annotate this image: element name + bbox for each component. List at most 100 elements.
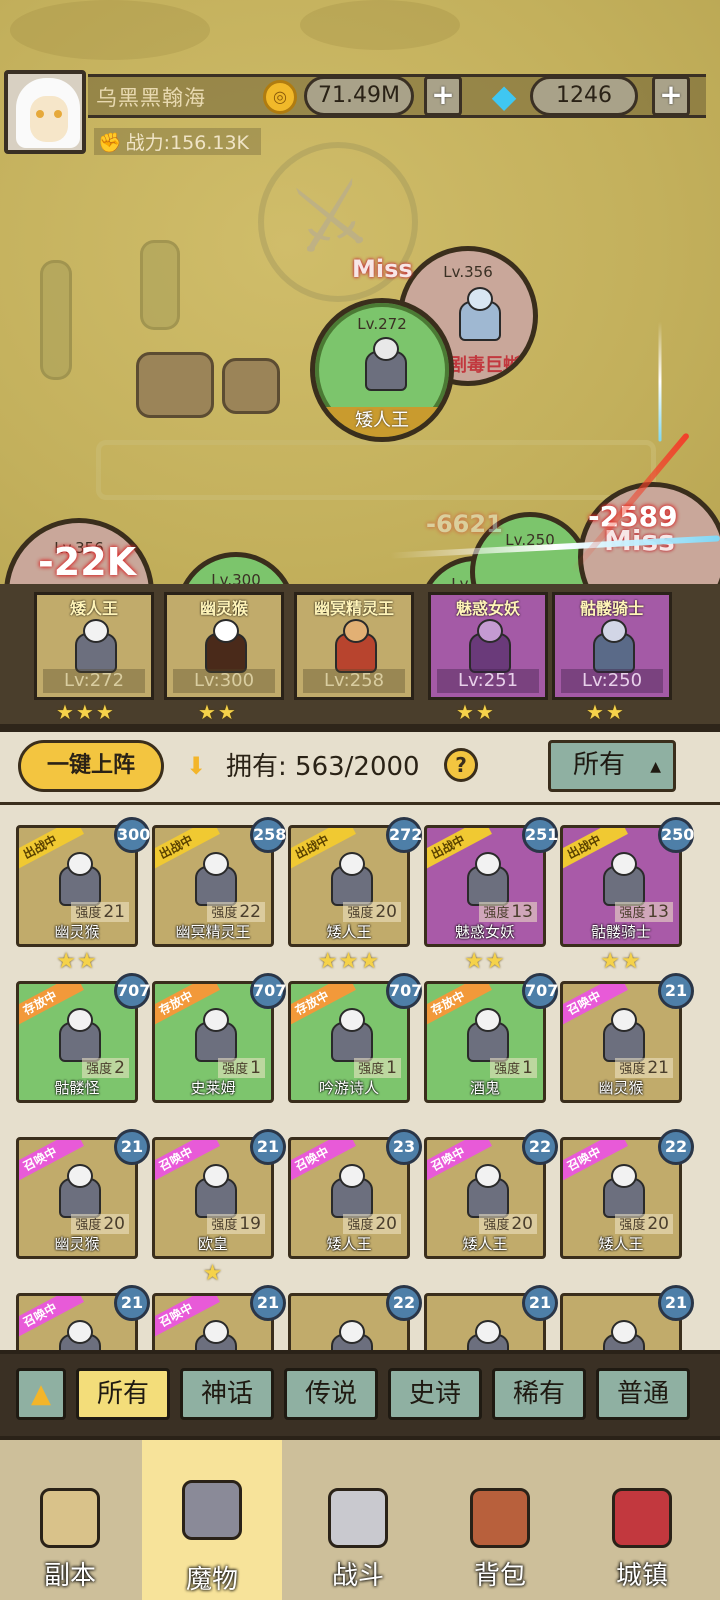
monster-name: 矮人王 xyxy=(326,923,372,941)
rarity-tab-epic[interactable]: 史诗 xyxy=(388,1368,482,1420)
filter-dropdown[interactable]: 所有 ▲ xyxy=(548,740,676,792)
squad-card[interactable]: 魅惑女妖 Lv:251 xyxy=(428,592,548,700)
strength-value: 20 xyxy=(375,1214,397,1234)
monster-sprite-icon xyxy=(49,1318,111,1350)
star-rating: ★★★ xyxy=(317,949,381,974)
lizard-sprite-icon xyxy=(449,285,511,345)
gem-amount: 1246 xyxy=(530,76,638,116)
monster-sprite-icon xyxy=(593,1006,655,1066)
collection-controls: 一键上阵 ⬇ 拥有: 563/2000 ? 所有 ▲ xyxy=(0,732,720,802)
monster-name: 骷髅骑士 xyxy=(590,923,651,941)
squad-card[interactable]: 骷髅骑士 Lv:250 xyxy=(552,592,672,700)
nav-dungeon[interactable]: 副本 xyxy=(0,1456,140,1600)
squad-card-level: Lv:300 xyxy=(173,669,275,693)
monster-sprite-icon xyxy=(321,850,383,910)
strength-value: 1 xyxy=(522,1058,533,1078)
player-avatar[interactable] xyxy=(4,70,86,154)
combat-power: ✊ 战力:156.13K xyxy=(94,128,262,155)
nav-label: 城镇 xyxy=(615,1561,668,1591)
gold-coin-icon: ◎ xyxy=(263,80,297,114)
nav-battle[interactable]: 战斗 xyxy=(288,1456,428,1600)
gold-amount: 71.49M xyxy=(304,76,414,116)
level-badge: 250 xyxy=(658,817,694,853)
backpack-icon xyxy=(470,1488,530,1548)
squad-card-name: 魅惑女妖 xyxy=(455,599,520,618)
monster-name: 欧皇 xyxy=(197,1235,228,1253)
ghost-monkey-sprite-icon xyxy=(195,617,257,677)
nav-town[interactable]: 城镇 xyxy=(572,1456,712,1600)
strength-badge: 强度 20 xyxy=(343,1214,401,1234)
monster-sprite-icon xyxy=(593,850,655,910)
monster-sprite-icon xyxy=(457,1006,519,1066)
triangle-up-icon: ▲ xyxy=(650,759,661,775)
level-badge: 707 xyxy=(522,973,558,1009)
star-rating: ★★★ xyxy=(56,700,116,724)
monster-name: 魅惑女妖 xyxy=(454,923,515,941)
shop-icon xyxy=(612,1488,672,1548)
squad-card[interactable]: 幽灵猴 Lv:300 xyxy=(164,592,284,700)
monster-name: 骷髅怪 xyxy=(54,1079,100,1097)
collapse-up-button[interactable]: ▲ xyxy=(16,1368,66,1420)
rarity-tab-common[interactable]: 普通 xyxy=(596,1368,690,1420)
nav-label: 背包 xyxy=(473,1561,526,1591)
monster-name: 幽冥精灵王 xyxy=(175,923,251,941)
level-badge: 300 xyxy=(114,817,150,853)
squad-card-name: 幽冥精灵王 xyxy=(313,599,394,618)
diamond-icon: ◆ xyxy=(491,77,517,115)
monster-sprite-icon xyxy=(593,1162,655,1222)
monster-name: 酒鬼 xyxy=(469,1079,500,1097)
star-rating: ★★ xyxy=(464,949,506,974)
monster-sprite-icon xyxy=(185,850,247,910)
help-button[interactable]: ? xyxy=(444,748,478,782)
monster-sprite-icon xyxy=(49,1006,111,1066)
level-badge: 21 xyxy=(658,973,694,1009)
nav-monsters[interactable]: 魔物 xyxy=(142,1440,282,1600)
monster-name: 幽灵猴 xyxy=(54,1235,100,1253)
level-badge: 21 xyxy=(114,1129,150,1165)
star-rating: ★ xyxy=(202,1261,224,1286)
level-badge: 21 xyxy=(658,1285,694,1321)
filter-label: 所有 xyxy=(573,750,626,780)
star-rating: ★★ xyxy=(586,700,626,724)
monster-name: 幽灵猴 xyxy=(598,1079,644,1097)
auto-deploy-button[interactable]: 一键上阵 xyxy=(18,740,164,792)
strength-label: 强度 xyxy=(619,1062,646,1077)
squad-card-name: 幽灵猴 xyxy=(199,599,248,618)
ally-unit-dwarf-king[interactable]: Lv.272 矮人王 xyxy=(310,298,454,442)
strength-label: 强度 xyxy=(619,1218,646,1233)
add-gold-button[interactable]: + xyxy=(424,76,462,116)
rarity-tab-legendary[interactable]: 传说 xyxy=(284,1368,378,1420)
add-gem-button[interactable]: + xyxy=(652,76,690,116)
star-rating: ★★ xyxy=(198,700,238,724)
monster-name: 史莱姆 xyxy=(190,1079,236,1097)
level-badge: 23 xyxy=(386,1129,422,1165)
squad-card-level: Lv:258 xyxy=(303,669,405,693)
slash-effect xyxy=(658,321,662,442)
strength-label: 强度 xyxy=(619,906,646,921)
nav-backpack[interactable]: 背包 xyxy=(430,1456,570,1600)
strength-badge: 强度 1 xyxy=(354,1058,401,1078)
strength-badge: 强度 1 xyxy=(218,1058,265,1078)
strength-badge: 强度 20 xyxy=(343,902,401,922)
strength-value: 2 xyxy=(114,1058,125,1078)
level-badge: 251 xyxy=(522,817,558,853)
squad-card-name: 矮人王 xyxy=(69,599,118,618)
monster-sprite-icon xyxy=(321,1006,383,1066)
dwarf-king-sprite-icon xyxy=(355,335,417,395)
strength-badge: 强度 21 xyxy=(615,1058,673,1078)
strength-badge: 强度 2 xyxy=(82,1058,129,1078)
strength-value: 1 xyxy=(250,1058,261,1078)
cactus-icon xyxy=(140,240,180,330)
strength-value: 13 xyxy=(511,902,533,922)
rarity-tab-mythic[interactable]: 神话 xyxy=(180,1368,274,1420)
player-top-bar: 乌黑黑翰海 ◎ 71.49M + ◆ 1246 + ✊ 战力:156.13K xyxy=(0,68,706,158)
squad-card[interactable]: 幽冥精灵王 Lv:258 xyxy=(294,592,414,700)
rarity-tab-all[interactable]: 所有 xyxy=(76,1368,170,1420)
monster-sprite-icon xyxy=(185,1318,247,1350)
monster-sprite-icon xyxy=(185,1162,247,1222)
rarity-tab-rare[interactable]: 稀有 xyxy=(492,1368,586,1420)
owned-value: 563/2000 xyxy=(295,752,420,782)
ally-level: Lv.272 xyxy=(357,315,407,333)
squad-card[interactable]: 矮人王 Lv:272 xyxy=(34,592,154,700)
strength-value: 13 xyxy=(647,902,669,922)
